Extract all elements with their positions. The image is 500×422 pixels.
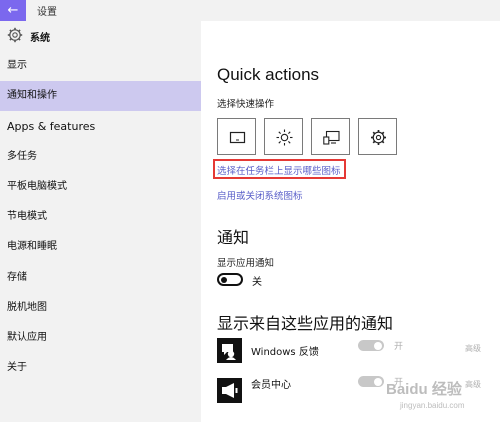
sidebar-item-tablet-mode[interactable]: 平板电脑模式 — [0, 172, 201, 202]
member-center-advanced-link[interactable]: 高级 — [465, 379, 481, 390]
window-title: 设置 — [37, 7, 57, 18]
sidebar-item-default-apps[interactable]: 默认应用 — [0, 323, 201, 353]
app-name-member-center: 会员中心 — [251, 380, 291, 391]
sidebar-item-apps-features[interactable]: Apps & features — [0, 112, 201, 142]
show-app-notifications-label: 显示应用通知 — [217, 258, 275, 269]
member-center-icon — [217, 378, 242, 403]
watermark-url: jingyan.baidu.com — [400, 401, 465, 410]
title-bar: ← 设置 — [0, 0, 500, 21]
sidebar-item-about[interactable]: 关于 — [0, 353, 201, 383]
feedback-advanced-link[interactable]: 高级 — [465, 343, 481, 354]
sidebar-item-display[interactable]: 显示 — [0, 51, 201, 81]
watermark-brand: Baidu 经验 — [386, 381, 462, 398]
back-button[interactable]: ← — [0, 0, 26, 21]
toggle-state-label: 关 — [252, 277, 262, 288]
quick-action-settings[interactable] — [358, 118, 397, 155]
feedback-icon — [217, 338, 242, 363]
sidebar-item-offline-maps[interactable]: 脱机地图 — [0, 293, 201, 323]
taskbar-icons-link[interactable]: 选择在任务栏上显示哪些图标 — [217, 163, 341, 177]
sidebar: 系统 显示 通知和操作 Apps & features 多任务 平板电脑模式 节… — [0, 21, 201, 422]
quick-action-connect[interactable] — [311, 118, 350, 155]
tablet-mode-icon — [229, 131, 246, 144]
quick-action-tablet-mode[interactable] — [217, 118, 256, 155]
sidebar-section-title: 系统 — [30, 33, 50, 44]
app-notifications-toggle[interactable] — [217, 273, 243, 286]
settings-icon — [371, 130, 386, 145]
sidebar-item-power-sleep[interactable]: 电源和睡眠 — [0, 232, 201, 262]
notifications-title: 通知 — [217, 228, 250, 247]
member-center-toggle[interactable] — [358, 376, 384, 387]
feedback-toggle-state: 开 — [394, 342, 404, 352]
sidebar-item-multitasking[interactable]: 多任务 — [0, 142, 201, 172]
feedback-toggle[interactable] — [358, 340, 384, 351]
sidebar-header: 系统 — [0, 21, 201, 51]
quick-actions-title: Quick actions — [217, 65, 320, 84]
connect-display-icon — [323, 130, 340, 145]
gear-icon — [7, 27, 23, 43]
sidebar-item-storage[interactable]: 存储 — [0, 263, 201, 293]
from-apps-title: 显示来自这些应用的通知 — [217, 314, 394, 333]
quick-action-brightness[interactable] — [264, 118, 303, 155]
brightness-icon — [276, 129, 293, 146]
sidebar-item-battery-saver[interactable]: 节电模式 — [0, 202, 201, 232]
app-name-feedback: Windows 反馈 — [251, 347, 319, 358]
sidebar-item-notifications-actions[interactable]: 通知和操作 — [0, 81, 201, 111]
choose-quick-actions-label: 选择快速操作 — [217, 99, 275, 110]
system-icons-link[interactable]: 启用或关闭系统图标 — [217, 188, 303, 202]
main-panel: Quick actions 选择快速操作 选择在任务栏上显示哪些图标 启用或关闭… — [201, 21, 500, 422]
